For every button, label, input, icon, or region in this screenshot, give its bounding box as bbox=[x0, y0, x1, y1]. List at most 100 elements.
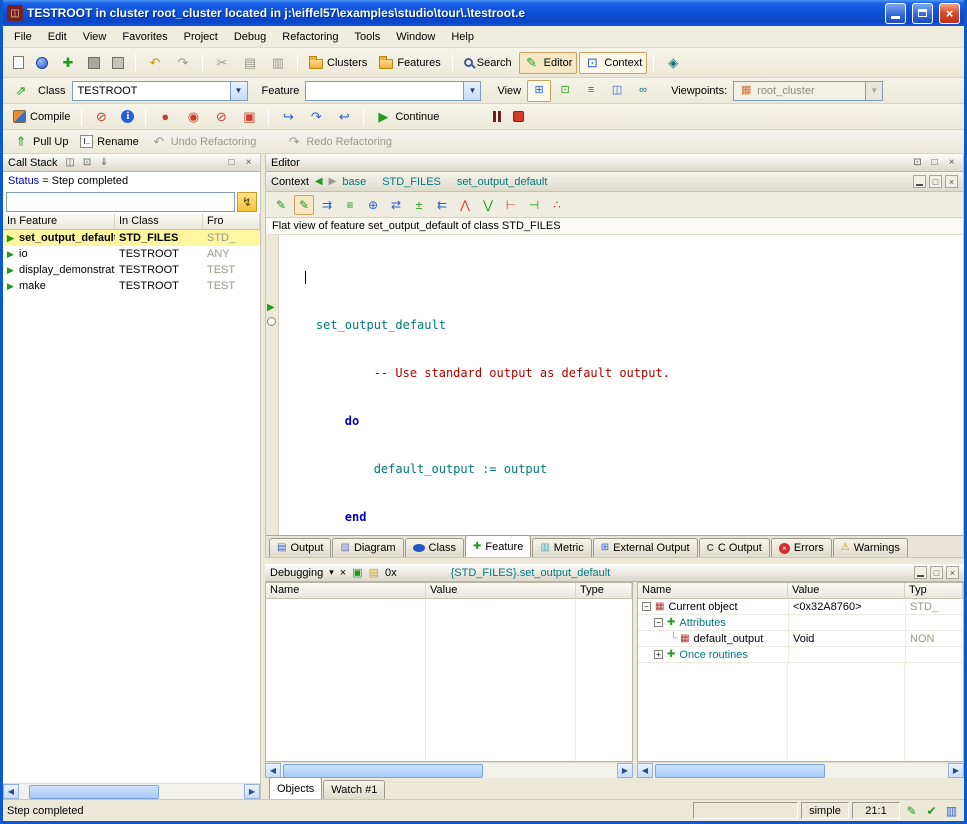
menu-window[interactable]: Window bbox=[388, 28, 443, 46]
redo-button[interactable]: ↷ bbox=[170, 52, 196, 74]
scroll-right-icon[interactable]: ▶ bbox=[244, 784, 260, 799]
menu-tools[interactable]: Tools bbox=[347, 28, 389, 46]
table-row[interactable]: ▶display_demonstrat... TESTROOT TEST bbox=[3, 262, 260, 278]
breakpoint-slot-icon[interactable] bbox=[267, 317, 276, 326]
new-feature-button[interactable]: ✎ bbox=[294, 195, 314, 215]
chevron-down-icon[interactable]: ▾ bbox=[329, 567, 334, 578]
history-forward-icon[interactable]: ▶ bbox=[329, 176, 337, 187]
search-button[interactable]: Search bbox=[459, 52, 517, 74]
tree-row[interactable]: +✚Once routines bbox=[638, 647, 963, 663]
suppliers-button[interactable]: ⊣ bbox=[524, 195, 544, 215]
tree-row[interactable]: −▦Current object <0x32A8760> STD_ bbox=[638, 599, 963, 615]
watch-table-body[interactable] bbox=[266, 599, 632, 761]
call-stack-hscrollbar[interactable]: ◀ ▶ bbox=[3, 783, 260, 799]
object-tool-icon[interactable]: ▣ bbox=[352, 566, 362, 579]
tab-diagram[interactable]: ▨Diagram bbox=[332, 538, 403, 557]
scroll-right-icon[interactable]: ▶ bbox=[948, 763, 964, 778]
copy-button[interactable]: ▤ bbox=[237, 52, 263, 74]
class-tool-button[interactable]: ⇗ bbox=[8, 80, 34, 102]
clusters-button[interactable]: Clusters bbox=[304, 52, 372, 74]
menu-edit[interactable]: Edit bbox=[40, 28, 75, 46]
continue-button[interactable]: ▶Continue bbox=[370, 106, 444, 128]
objects-hscrollbar[interactable]: ◀ ▶ bbox=[637, 762, 964, 778]
code-text[interactable]: set_output_default -- Use standard outpu… bbox=[279, 235, 963, 535]
tab-output[interactable]: ▤Output bbox=[269, 538, 331, 557]
close-pane-icon[interactable]: × bbox=[945, 156, 958, 169]
ancestors-button[interactable]: ⋀ bbox=[455, 195, 475, 215]
objects-table-body[interactable] bbox=[638, 663, 963, 761]
cut-button[interactable]: ✂ bbox=[209, 52, 235, 74]
chevron-down-icon[interactable]: ▼ bbox=[463, 82, 480, 100]
flat-view-button[interactable]: ≡ bbox=[340, 195, 360, 215]
callers-button[interactable]: ⇉ bbox=[317, 195, 337, 215]
tree-row[interactable]: └▦default_output Void NON bbox=[638, 631, 963, 647]
tab-watch-1[interactable]: Watch #1 bbox=[323, 780, 385, 799]
breadcrumb-library[interactable]: base bbox=[342, 176, 366, 188]
open-project-button[interactable] bbox=[31, 52, 53, 74]
feature-combo[interactable]: ▼ bbox=[305, 81, 481, 101]
collapse-icon[interactable]: − bbox=[654, 618, 663, 627]
hex-toggle[interactable]: 0x bbox=[385, 567, 397, 579]
scroll-thumb[interactable] bbox=[655, 764, 825, 778]
maximize-pane-icon[interactable]: □ bbox=[225, 156, 238, 169]
tab-c-output[interactable]: CC Output bbox=[699, 538, 770, 557]
save-all-button[interactable] bbox=[107, 52, 129, 74]
menu-project[interactable]: Project bbox=[176, 28, 226, 46]
maximize-button[interactable] bbox=[912, 3, 933, 24]
paste-button[interactable]: ▥ bbox=[265, 52, 291, 74]
column-header[interactable]: Typ bbox=[905, 583, 963, 599]
scroll-thumb[interactable] bbox=[29, 785, 159, 799]
go-button[interactable]: ↯ bbox=[237, 192, 257, 212]
scroll-thumb[interactable] bbox=[283, 764, 483, 778]
info-button[interactable]: i bbox=[116, 106, 139, 128]
step-out-button[interactable]: ↩ bbox=[331, 106, 357, 128]
stack-filter-input[interactable] bbox=[6, 192, 235, 212]
class-combo[interactable]: TESTROOT ▼ bbox=[72, 81, 248, 101]
undo-button[interactable]: ↶ bbox=[142, 52, 168, 74]
column-header[interactable]: Name bbox=[638, 583, 788, 599]
breakpoint-gutter[interactable]: ▶ bbox=[266, 235, 279, 535]
tab-external-output[interactable]: ⊞External Output bbox=[593, 538, 698, 557]
column-header[interactable]: In Class bbox=[115, 214, 203, 230]
tab-class[interactable]: Class bbox=[405, 538, 465, 557]
editor-toggle-button[interactable]: ✎Editor bbox=[519, 52, 578, 74]
menu-debug[interactable]: Debug bbox=[226, 28, 274, 46]
expand-icon[interactable]: + bbox=[654, 650, 663, 659]
close-pane-icon[interactable]: × bbox=[945, 175, 958, 188]
column-header[interactable]: Type bbox=[576, 583, 632, 599]
diagram-tool-button[interactable]: ◈ bbox=[660, 52, 686, 74]
table-row[interactable]: ▶make TESTROOT TEST bbox=[3, 278, 260, 294]
redo-refactoring-button[interactable]: ↷Redo Refactoring bbox=[281, 131, 397, 153]
tooltip-tool-icon[interactable]: ▤ bbox=[369, 566, 379, 579]
dock-icon[interactable]: ⊡ bbox=[81, 156, 94, 169]
step-into-button[interactable]: ↪ bbox=[275, 106, 301, 128]
tab-feature[interactable]: ✚Feature bbox=[465, 535, 531, 557]
compile-button[interactable]: Compile bbox=[8, 106, 75, 128]
watch-hscrollbar[interactable]: ◀ ▶ bbox=[265, 762, 633, 778]
pause-button[interactable] bbox=[488, 106, 506, 128]
homonyms-button[interactable]: ∴ bbox=[547, 195, 567, 215]
enable-breakpoints-button[interactable]: ● bbox=[152, 106, 178, 128]
float-icon[interactable]: ◫ bbox=[64, 156, 77, 169]
scroll-left-icon[interactable]: ◀ bbox=[637, 763, 653, 778]
undo-refactoring-button[interactable]: ↶Undo Refactoring bbox=[146, 131, 262, 153]
view-external-button[interactable]: ◫ bbox=[605, 80, 629, 102]
minimize-pane-icon[interactable] bbox=[913, 175, 926, 188]
contract-view-button[interactable]: ⊕ bbox=[363, 195, 383, 215]
minimize-pane-icon[interactable] bbox=[914, 566, 927, 579]
collapse-icon[interactable]: − bbox=[642, 602, 651, 611]
save-button[interactable] bbox=[83, 52, 105, 74]
view-link-button[interactable]: ∞ bbox=[631, 80, 655, 102]
features-button[interactable]: Features bbox=[374, 52, 445, 74]
minimize-button[interactable] bbox=[885, 3, 906, 24]
scroll-left-icon[interactable]: ◀ bbox=[265, 763, 281, 778]
close-debug-icon[interactable]: × bbox=[340, 567, 346, 579]
column-header[interactable]: In Feature bbox=[3, 214, 115, 230]
menu-help[interactable]: Help bbox=[443, 28, 482, 46]
column-header[interactable]: Name bbox=[266, 583, 426, 599]
edit-feature-button[interactable]: ✎ bbox=[271, 195, 291, 215]
table-row[interactable]: ▶io TESTROOT ANY bbox=[3, 246, 260, 262]
remove-breakpoints-button[interactable]: ⊘ bbox=[208, 106, 234, 128]
close-pane-icon[interactable]: × bbox=[242, 156, 255, 169]
breadcrumb-class[interactable]: STD_FILES bbox=[382, 176, 441, 188]
